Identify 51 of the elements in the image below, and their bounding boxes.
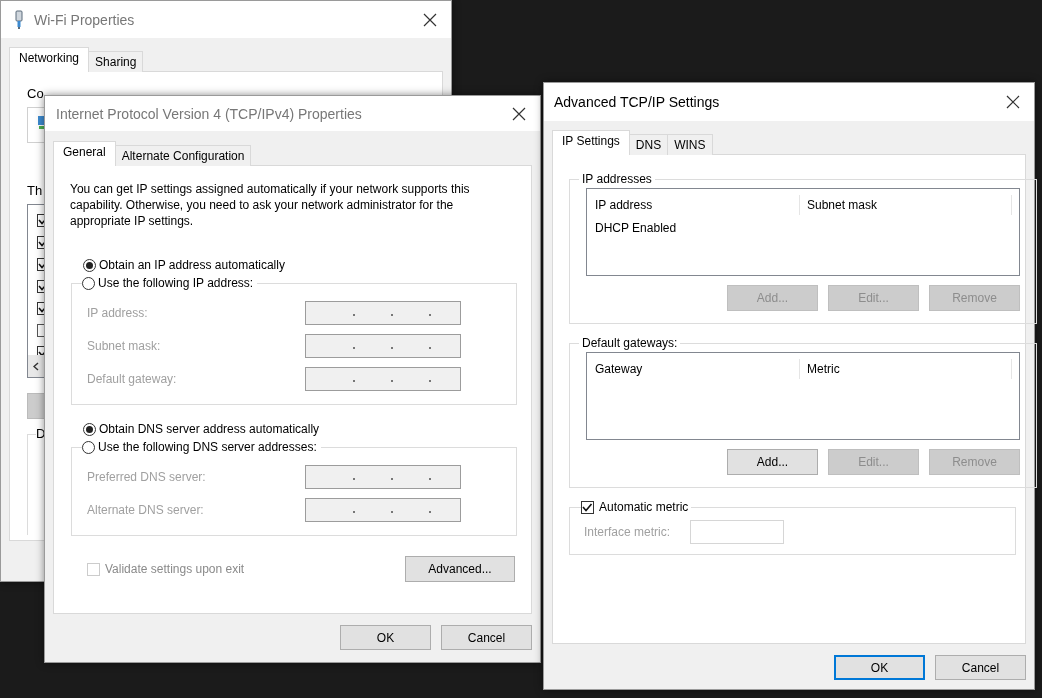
window-title: Wi-Fi Properties bbox=[34, 11, 135, 28]
radio-label: Obtain an IP address automatically bbox=[99, 258, 285, 272]
description-text: You can get IP settings assigned automatically if your network supports this capability. Otherwise, you need to ask your network administrator for the appropriate IP settings. bbox=[70, 181, 471, 229]
radio-label: Obtain DNS server address automatically bbox=[99, 422, 320, 436]
button[interactable]: OK bbox=[340, 625, 431, 650]
column-header[interactable]: Metric bbox=[807, 359, 1012, 379]
list-view[interactable]: Gateway Metric bbox=[586, 352, 1020, 440]
column-header[interactable]: Subnet mask bbox=[807, 195, 1012, 215]
close-icon[interactable] bbox=[512, 106, 526, 121]
radio-button[interactable] bbox=[83, 258, 96, 272]
checkbox-label: Automatic metric bbox=[599, 500, 689, 514]
table-cell: DHCP Enabled bbox=[595, 221, 677, 235]
button[interactable]: Add... bbox=[727, 449, 818, 475]
tab[interactable]: Networking bbox=[9, 47, 90, 72]
column-header[interactable]: Gateway bbox=[595, 359, 800, 379]
window-title: Advanced TCP/IP Settings bbox=[554, 94, 720, 110]
field-label: Subnet mask: bbox=[87, 338, 162, 353]
adapter-icon bbox=[14, 9, 24, 30]
field-label: Interface metric: bbox=[584, 525, 671, 539]
group-label: IP addresses bbox=[581, 172, 653, 186]
column-header[interactable]: IP address bbox=[595, 195, 800, 215]
list-label: Th bbox=[27, 183, 43, 198]
checkbox[interactable] bbox=[581, 500, 594, 514]
radio-button[interactable] bbox=[83, 422, 96, 436]
button[interactable]: OK bbox=[834, 655, 925, 680]
window-title: Internet Protocol Version 4 (TCP/IPv4) Properties bbox=[56, 105, 362, 122]
field-label: Co bbox=[27, 86, 44, 101]
radio-button[interactable] bbox=[82, 276, 95, 290]
field-label: Alternate DNS server: bbox=[87, 502, 205, 517]
tab[interactable]: DNS bbox=[628, 134, 669, 155]
field-label: Preferred DNS server: bbox=[87, 469, 207, 484]
tab[interactable]: WINS bbox=[667, 134, 713, 155]
tab[interactable]: General bbox=[53, 141, 116, 166]
radio-label: Use the following IP address: bbox=[98, 276, 254, 290]
field-label: IP address: bbox=[87, 305, 149, 320]
checkbox[interactable] bbox=[37, 323, 44, 337]
checkbox-label: Validate settings upon exit bbox=[105, 562, 245, 576]
close-icon[interactable] bbox=[423, 12, 437, 27]
advanced-button[interactable]: Advanced... bbox=[405, 556, 515, 582]
button[interactable]: Cancel bbox=[935, 655, 1026, 680]
tab[interactable]: IP Settings bbox=[552, 130, 630, 155]
button[interactable]: Cancel bbox=[441, 625, 532, 650]
tab[interactable]: Alternate Configuration bbox=[114, 145, 252, 166]
list-view[interactable]: IP address Subnet mask DHCP Enabled bbox=[586, 188, 1020, 276]
close-icon[interactable] bbox=[1006, 95, 1020, 109]
radio-button[interactable] bbox=[82, 440, 95, 454]
field-label: Default gateway: bbox=[87, 371, 178, 386]
radio-label: Use the following DNS server addresses: bbox=[98, 440, 317, 454]
scroll-left-icon bbox=[33, 361, 39, 371]
group-label: Default gateways: bbox=[581, 336, 679, 350]
tab[interactable]: Sharing bbox=[88, 51, 144, 72]
